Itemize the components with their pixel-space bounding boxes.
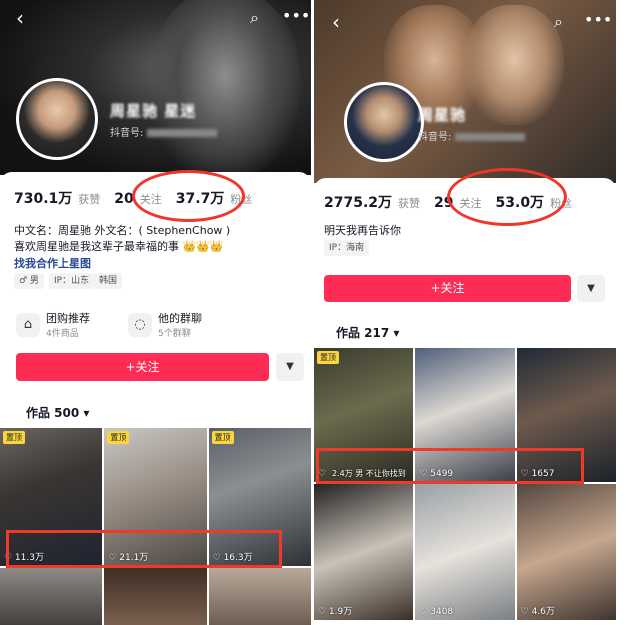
bio-line-1: 中文名：周星驰 外文名：( StephenChow ) [14,224,231,237]
search-icon[interactable]: ⌕ [250,8,259,28]
left-profile-screenshot: ‹ ⌕ ••• 周星驰 星迷 抖音号: 730.1万 获赞 20 关注 37.7… [0,0,311,625]
back-icon[interactable]: ‹ [16,8,24,28]
pinned-badge: 置顶 [317,351,339,364]
group-chat-entry[interactable]: ◌ 他的群聊 5个群聊 [128,310,202,339]
works-tab[interactable]: 作品 217 ▾ [336,324,399,341]
shop-icon: ⌂ [16,312,40,337]
douyin-id[interactable]: 抖音号: [418,128,526,143]
likes-highlight-box [6,530,282,568]
ip-tag: IP：海南 [324,240,370,256]
douyin-id[interactable]: 抖音号: [110,124,218,139]
cover-photo-right-face [464,5,564,125]
gender-tag: ♂ 男 [14,273,44,289]
cover-photo [150,0,300,175]
works-tab[interactable]: 作品 500 ▾ [26,404,89,421]
like-count: ♡ 4.6万 [520,607,555,617]
star-map-link[interactable]: 找我合作上星图 [14,255,91,271]
followers-highlight-circle [447,168,567,226]
avatar[interactable] [344,82,424,162]
pinned-badge: 置顶 [107,431,130,444]
nickname: 周星驰 [418,106,467,124]
chat-icon: ◌ [128,312,152,337]
likes-count: 730.1万 [14,191,73,207]
likes-count: 2775.2万 [324,195,393,211]
video-tile[interactable] [208,568,311,625]
video-grid: 置顶 ♡ 2.4万 男 不让你找到 ♡ 5499 ♡ 1657 ♡ 1.9万 ♡… [314,348,616,620]
pinned-badge: 置顶 [211,431,234,444]
video-grid: 置顶 ♡ 11.3万 置顶 ♡ 21.1万 置顶 ♡ 16.3万 [0,428,311,625]
more-icon[interactable]: ••• [584,10,612,30]
video-tile[interactable]: ♡ 3408 [415,484,515,620]
follow-button[interactable]: +关注 [16,353,269,381]
video-tile[interactable] [104,568,207,625]
back-icon[interactable]: ‹ [332,12,340,32]
bio-line-1: 明天我再告诉你 [324,224,401,237]
likes-label: 获赞 [398,197,421,210]
group-chat-sub: 5个群聊 [158,329,191,339]
likes-label: 获赞 [78,193,101,206]
right-profile-screenshot: ‹ ⌕ ••• 周星驰 抖音号: 2775.2万 获赞 29 关注 53.0万 … [314,0,616,625]
video-tile[interactable]: ♡ 4.6万 [516,484,616,620]
avatar[interactable] [16,78,98,160]
follow-button[interactable]: +关注 [324,275,571,302]
followers-highlight-circle [132,170,245,222]
video-tile[interactable]: ♡ 1.9万 [314,484,414,620]
like-count: ♡ 1.9万 [318,607,353,617]
like-count: ♡ 3408 [419,607,454,617]
region-tag: 韩国 [94,273,123,289]
pinned-badge: 置顶 [3,431,25,444]
bio-line-2: 喜欢周星驰是我这辈子最幸福的事 👑👑👑 [14,240,224,253]
nickname: 周星驰 星迷 [110,102,197,120]
following-count[interactable]: 20 [114,191,133,207]
more-options-button[interactable]: ▼ [577,275,605,302]
more-options-button[interactable]: ▼ [276,353,304,381]
group-buy-sub: 4件商品 [46,329,79,339]
group-chat-title: 他的群聊 [158,312,202,325]
video-tile[interactable] [0,568,103,625]
more-icon[interactable]: ••• [282,6,310,26]
group-buy-title: 团购推荐 [46,312,90,325]
ip-tag: IP：山东 [49,273,95,289]
search-icon[interactable]: ⌕ [554,12,563,32]
likes-highlight-box [316,448,584,484]
group-buy-entry[interactable]: ⌂ 团购推荐 4件商品 [16,310,90,339]
